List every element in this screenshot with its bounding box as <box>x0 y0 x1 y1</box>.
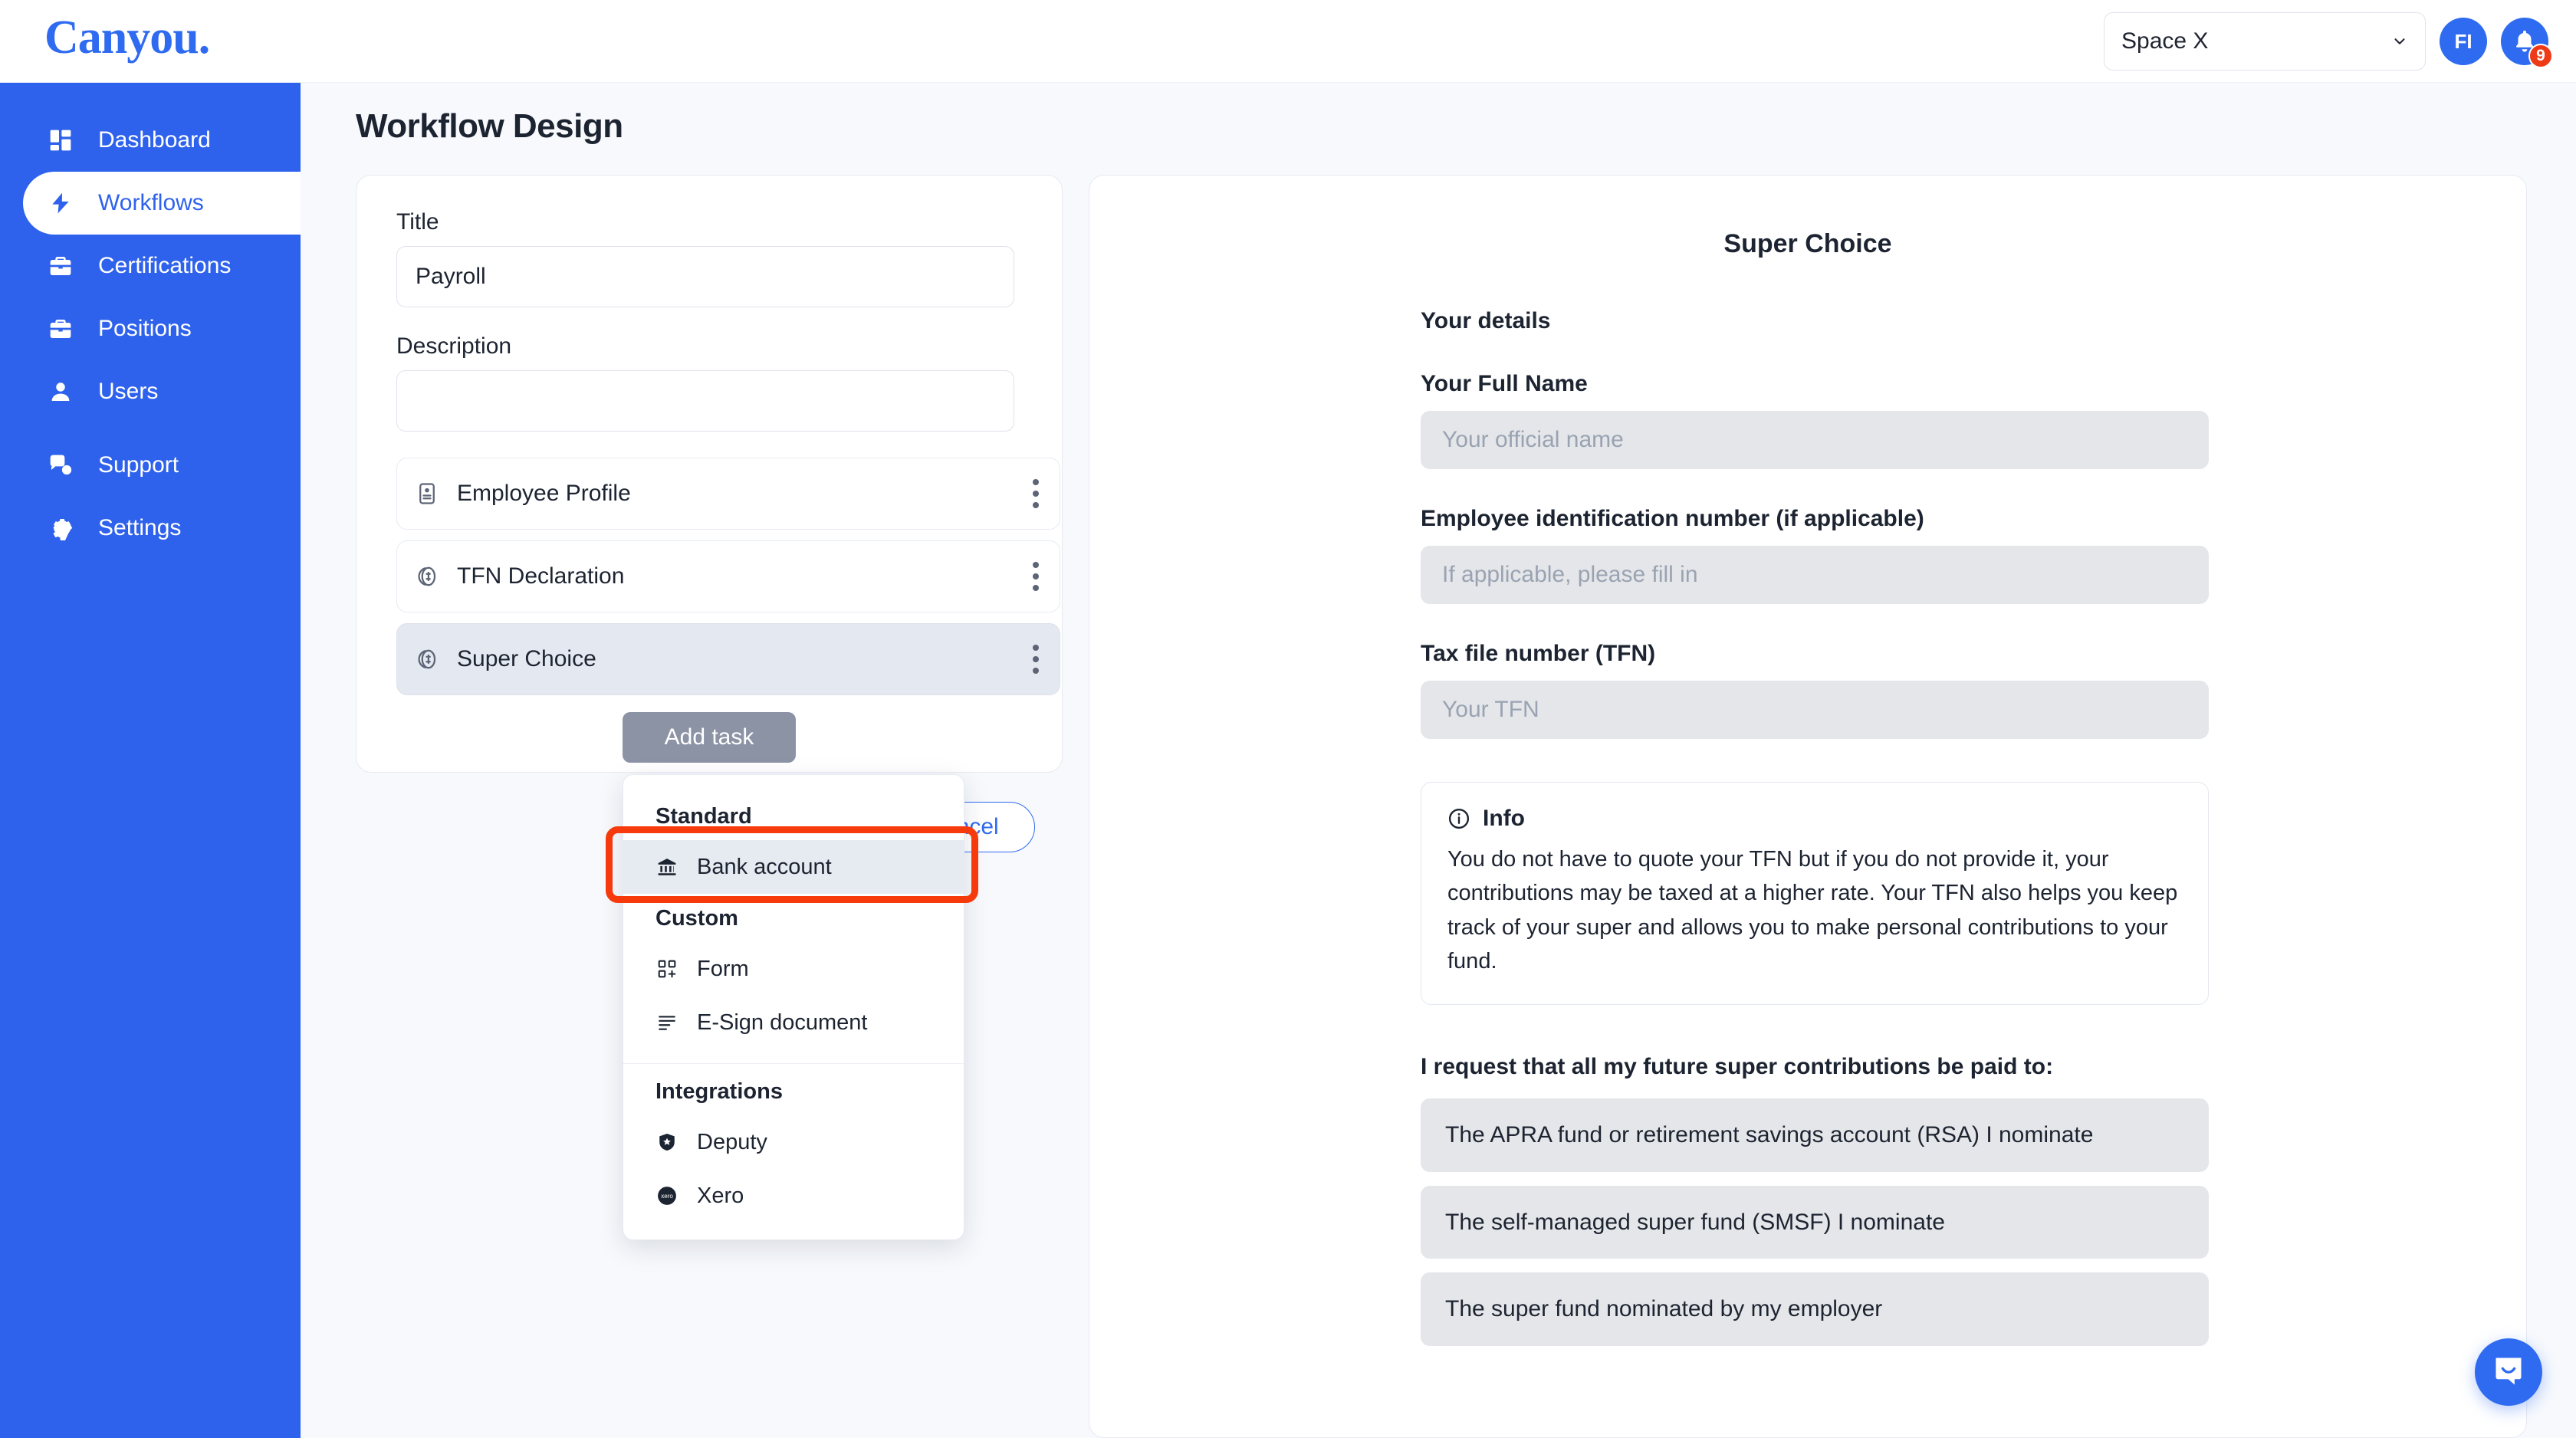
gear-icon <box>46 514 75 543</box>
task-menu-button[interactable] <box>1032 645 1040 674</box>
tfn-placeholder: Your TFN <box>1442 697 1539 722</box>
description-input[interactable] <box>396 370 1014 432</box>
full-name-field[interactable]: Your official name <box>1421 411 2209 469</box>
notifications-button[interactable]: 9 <box>2501 18 2553 68</box>
menu-item-label: Xero <box>697 1183 744 1208</box>
sidebar-item-settings[interactable]: Settings <box>0 497 301 560</box>
sidebar-item-label: Users <box>98 379 159 404</box>
employee-id-placeholder: If applicable, please fill in <box>1442 562 1698 587</box>
id-card-icon <box>414 481 440 507</box>
sidebar-item-label: Certifications <box>98 253 232 278</box>
top-bar: Canyou. Space X FI 9 <box>0 0 2576 83</box>
sidebar-item-support[interactable]: Support <box>0 434 301 497</box>
coin-icon <box>414 563 440 589</box>
deputy-shield-icon <box>656 1131 678 1154</box>
space-selector[interactable]: Space X <box>2104 12 2426 71</box>
task-row-selected[interactable]: Super Choice <box>396 623 1060 695</box>
title-label: Title <box>396 209 439 235</box>
menu-group-heading: Integrations <box>656 1079 783 1104</box>
form-grid-icon <box>656 957 678 980</box>
menu-item-xero[interactable]: xero Xero <box>623 1169 964 1223</box>
sidebar-item-label: Positions <box>98 316 192 341</box>
coin-icon <box>414 646 440 672</box>
sidebar-item-users[interactable]: Users <box>0 360 301 423</box>
avatar-initials: FI <box>2454 29 2472 53</box>
menu-item-label: E-Sign document <box>697 1010 868 1035</box>
full-name-placeholder: Your official name <box>1442 427 1624 452</box>
briefcase-icon <box>46 251 75 281</box>
tfn-field[interactable]: Your TFN <box>1421 681 2209 739</box>
add-task-menu: Standard Bank account Custom Form E-Sign… <box>623 774 964 1240</box>
dashboard-icon <box>46 126 75 155</box>
sidebar-item-dashboard[interactable]: Dashboard <box>0 109 301 172</box>
preview-body: Your details Your Full Name Your officia… <box>1089 308 2526 1346</box>
title-input-value: Payroll <box>416 264 486 289</box>
employee-id-field[interactable]: If applicable, please fill in <box>1421 546 2209 604</box>
task-label: Employee Profile <box>457 481 631 506</box>
sidebar-item-label: Dashboard <box>98 127 211 153</box>
menu-group-heading: Custom <box>656 906 738 931</box>
info-callout-header: Info <box>1447 806 2182 832</box>
menu-group-heading: Standard <box>656 804 752 829</box>
task-row[interactable]: TFN Declaration <box>396 540 1060 612</box>
svg-text:xero: xero <box>661 1193 673 1200</box>
preview-title: Super Choice <box>1723 229 1892 258</box>
menu-item-form[interactable]: Form <box>623 942 964 996</box>
sidebar-item-label: Settings <box>98 515 182 540</box>
task-menu-button[interactable] <box>1032 479 1040 508</box>
sidebar-item-workflows[interactable]: Workflows <box>23 172 301 235</box>
sidebar: Dashboard Workflows Certifications Posit… <box>0 83 301 1438</box>
task-label: TFN Declaration <box>457 563 625 589</box>
task-label: Super Choice <box>457 646 596 671</box>
chat-launcher-button[interactable] <box>2475 1338 2542 1406</box>
menu-item-bank-account[interactable]: Bank account <box>623 840 964 894</box>
xero-icon: xero <box>656 1184 678 1207</box>
menu-item-label: Deputy <box>697 1129 767 1154</box>
chat-question-icon <box>46 451 75 480</box>
task-row[interactable]: Employee Profile <box>396 458 1060 530</box>
sidebar-item-certifications[interactable]: Certifications <box>0 235 301 297</box>
description-label: Description <box>396 333 512 359</box>
page-title: Workflow Design <box>356 107 623 145</box>
choice-option-employer[interactable]: The super fund nominated by my employer <box>1421 1272 2209 1346</box>
document-lines-icon <box>656 1011 678 1034</box>
menu-item-esign-document[interactable]: E-Sign document <box>623 996 964 1049</box>
briefcase-icon <box>46 314 75 343</box>
info-text: You do not have to quote your TFN but if… <box>1447 847 2178 974</box>
choice-option-apra[interactable]: The APRA fund or retirement savings acco… <box>1421 1098 2209 1172</box>
tfn-label: Tax file number (TFN) <box>1421 641 1656 666</box>
sidebar-item-label: Workflows <box>98 190 204 215</box>
bank-icon <box>656 855 678 878</box>
sidebar-divider-gap <box>0 423 301 434</box>
workflow-form: Title Payroll Description Employee Profi… <box>356 176 1062 763</box>
chevron-down-icon <box>2394 38 2405 44</box>
menu-item-deputy[interactable]: Deputy <box>623 1115 964 1169</box>
app-logo[interactable]: Canyou. <box>44 11 210 65</box>
chat-smile-icon <box>2491 1353 2526 1392</box>
preview-section-heading: Your details <box>1421 308 1551 333</box>
sidebar-item-label: Support <box>98 452 179 478</box>
task-menu-button[interactable] <box>1032 562 1040 591</box>
menu-item-label: Bank account <box>697 854 832 879</box>
avatar[interactable]: FI <box>2440 18 2487 65</box>
choice-option-smsf[interactable]: The self-managed super fund (SMSF) I nom… <box>1421 1185 2209 1259</box>
choice-heading: I request that all my future super contr… <box>1421 1054 2054 1080</box>
workflow-design-card: Title Payroll Description Employee Profi… <box>356 175 1063 773</box>
notification-badge: 9 <box>2528 44 2553 68</box>
title-input[interactable]: Payroll <box>396 246 1014 307</box>
info-heading: Info <box>1483 806 1525 831</box>
top-bar-right-group: Space X FI 9 <box>2104 0 2553 83</box>
info-callout: Info You do not have to quote your TFN b… <box>1421 782 2209 1006</box>
add-task-button[interactable]: Add task <box>623 712 796 763</box>
space-selector-value: Space X <box>2121 28 2209 54</box>
menu-item-label: Form <box>697 956 749 981</box>
full-name-label: Your Full Name <box>1421 371 1588 396</box>
form-preview-card: Super Choice Your details Your Full Name… <box>1089 175 2527 1438</box>
sidebar-item-positions[interactable]: Positions <box>0 297 301 360</box>
user-icon <box>46 377 75 406</box>
lightning-icon <box>46 189 75 218</box>
employee-id-label: Employee identification number (if appli… <box>1421 506 1924 531</box>
info-icon <box>1448 808 1470 829</box>
menu-divider <box>623 1063 964 1064</box>
